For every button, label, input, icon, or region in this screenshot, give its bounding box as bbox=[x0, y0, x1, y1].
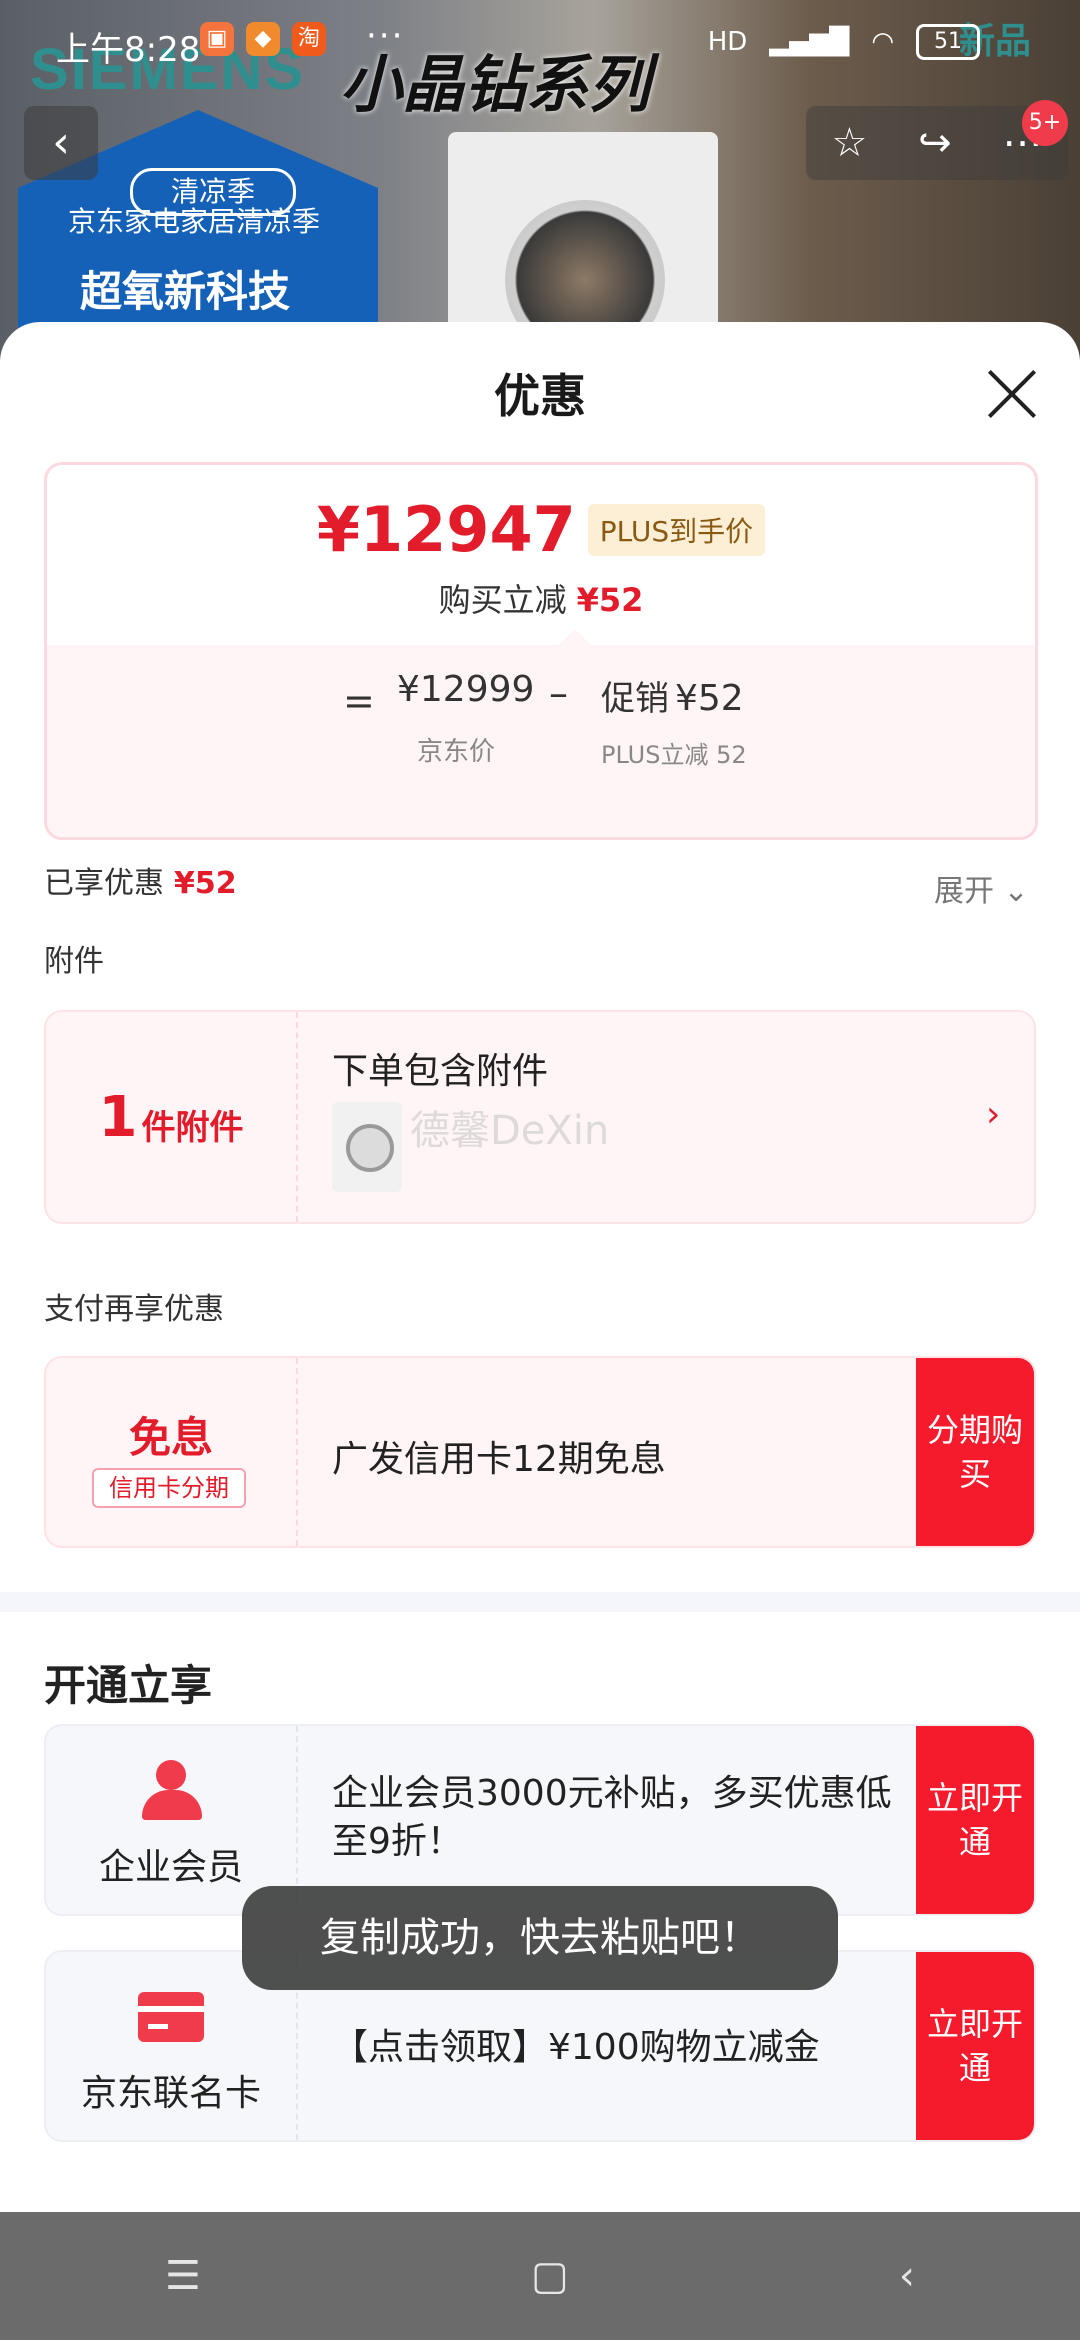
enjoyed-label: 已享优惠 bbox=[44, 866, 164, 901]
installment-buy-button[interactable]: 分期购买 bbox=[916, 1358, 1034, 1546]
jd-price: ¥12999 bbox=[397, 669, 535, 710]
accessory-count-number: 1 bbox=[98, 1084, 138, 1150]
home-icon[interactable]: ▢ bbox=[531, 2253, 569, 2299]
cobrand-card-text: 【点击领取】¥100购物立减金 bbox=[332, 2027, 820, 2068]
menu-icon[interactable]: ☰ bbox=[165, 2253, 201, 2299]
accessory-count-unit: 件附件 bbox=[141, 1107, 244, 1148]
installment-offer-text: 广发信用卡12期免息 bbox=[332, 1439, 666, 1480]
enterprise-open-button[interactable]: 立即开通 bbox=[916, 1726, 1034, 1914]
credit-card-icon bbox=[138, 1986, 204, 2046]
battery-icon: 51 bbox=[916, 24, 980, 60]
app-notification-icon: ▣ bbox=[200, 22, 234, 56]
back-nav-icon[interactable]: ‹ bbox=[899, 2253, 915, 2299]
status-app-icons: ▣ ◆ 淘 bbox=[200, 22, 326, 56]
status-indicators: HD ▂▄▆█ ◠ 51 bbox=[708, 24, 980, 60]
star-icon[interactable]: ☆ bbox=[831, 120, 867, 166]
status-more-dots: ··· bbox=[366, 16, 405, 56]
accessory-title: 下单包含附件 bbox=[332, 1051, 549, 1092]
cobrand-card-label: 京东联名卡 bbox=[80, 2073, 261, 2114]
notification-badge: 5+ bbox=[1022, 100, 1068, 146]
network-label: HD bbox=[707, 27, 748, 57]
enterprise-member-text: 企业会员3000元补贴，多买优惠低至9折！ bbox=[332, 1773, 892, 1862]
shopping-app-icon: ◆ bbox=[246, 22, 280, 56]
promo-badge-title: 超氧新科技 bbox=[80, 267, 291, 316]
cobrand-open-button[interactable]: 立即开通 bbox=[916, 1952, 1034, 2140]
discount-value: ¥52 bbox=[576, 581, 644, 619]
discount-label: 购买立减 bbox=[438, 581, 567, 619]
accessory-section-label: 附件 bbox=[44, 944, 104, 979]
jd-price-label: 京东价 bbox=[417, 737, 496, 767]
watermark: 德馨DeXin bbox=[410, 1108, 610, 1154]
close-icon[interactable] bbox=[984, 366, 1040, 422]
expand-button[interactable]: 展开 ⌄ bbox=[934, 866, 1029, 910]
price-formula: = ¥12999 京东价 – 促销 ¥52 PLUS立减 52 bbox=[47, 645, 1035, 837]
sheet-title: 优惠 bbox=[494, 369, 586, 423]
pay-section-label: 支付再享优惠 bbox=[44, 1292, 224, 1327]
price-summary: ¥12947 PLUS到手价 购买立减 ¥52 bbox=[47, 465, 1035, 645]
promo-label: 促销 bbox=[601, 679, 669, 719]
section-divider bbox=[0, 1592, 1080, 1612]
minus-sign: – bbox=[549, 671, 568, 715]
system-nav-bar: ☰ ▢ ‹ bbox=[0, 2212, 1080, 2340]
share-icon[interactable]: ↪ bbox=[918, 120, 952, 166]
promo-detail: PLUS立减 52 bbox=[601, 741, 747, 769]
accessory-thumbnail bbox=[332, 1102, 402, 1192]
open-benefits-title: 开通立享 bbox=[44, 1661, 213, 1710]
interest-free-label: 免息 bbox=[128, 1413, 213, 1462]
copy-success-toast: 复制成功，快去粘贴吧！ bbox=[242, 1886, 838, 1990]
final-price: ¥12947 bbox=[316, 493, 576, 566]
accessory-count: 1 件附件 bbox=[46, 1012, 298, 1222]
promo-value: ¥52 bbox=[675, 678, 744, 719]
installment-card: 免息 信用卡分期 广发信用卡12期免息 分期购买 bbox=[44, 1356, 1036, 1548]
wifi-icon: ◠ bbox=[871, 27, 894, 57]
accessory-card[interactable]: 1 件附件 下单包含附件 德馨DeXin › bbox=[44, 1010, 1036, 1224]
enterprise-member-label: 企业会员 bbox=[98, 1847, 243, 1888]
back-button[interactable]: ‹ bbox=[24, 106, 98, 180]
enterprise-member-badge: 企业会员 bbox=[46, 1726, 298, 1914]
installment-badge: 免息 信用卡分期 bbox=[46, 1358, 298, 1546]
signal-icon: ▂▄▆█ bbox=[769, 27, 850, 57]
price-breakdown-card: ¥12947 PLUS到手价 购买立减 ¥52 = ¥12999 京东价 – 促销… bbox=[44, 462, 1038, 840]
equals-sign: = bbox=[343, 679, 375, 723]
plus-price-tag: PLUS到手价 bbox=[587, 503, 766, 556]
credit-installment-tag: 信用卡分期 bbox=[92, 1468, 246, 1508]
promo-line: 促销 ¥52 bbox=[601, 671, 744, 720]
enjoyed-discount: 已享优惠 ¥52 bbox=[44, 858, 237, 902]
person-icon bbox=[138, 1760, 204, 1820]
promo-badge-line: 京东家电家居清凉季 bbox=[68, 205, 321, 238]
status-time: 上午8:28 bbox=[56, 30, 201, 70]
enjoyed-value: ¥52 bbox=[174, 866, 237, 901]
chevron-right-icon[interactable]: › bbox=[986, 1094, 1000, 1135]
taobao-icon: 淘 bbox=[292, 22, 326, 56]
